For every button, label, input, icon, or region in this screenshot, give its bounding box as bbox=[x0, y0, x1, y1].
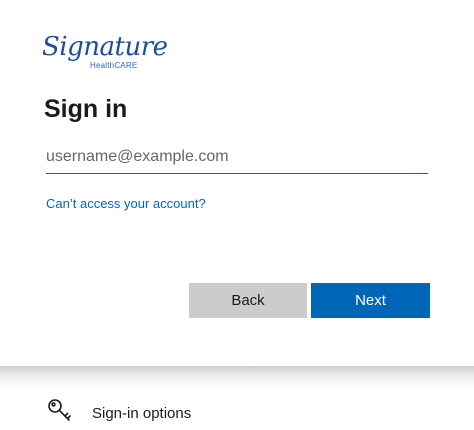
company-logo: Signature HealthCARE bbox=[42, 32, 168, 76]
page-title: Sign in bbox=[44, 95, 128, 123]
sign-in-options-label: Sign-in options bbox=[92, 405, 192, 422]
back-button[interactable]: Back bbox=[189, 283, 307, 318]
logo-subtitle: HealthCARE bbox=[90, 61, 138, 70]
cant-access-account-link[interactable]: Can’t access your account? bbox=[46, 196, 206, 211]
card-shadow-divider bbox=[0, 366, 474, 388]
next-button[interactable]: Next bbox=[311, 283, 430, 318]
key-icon bbox=[46, 397, 74, 425]
username-input[interactable] bbox=[46, 140, 428, 174]
logo-script-text: Signature bbox=[42, 32, 168, 62]
sign-in-card: Signature HealthCARE Sign in Can’t acces… bbox=[0, 0, 474, 366]
sign-in-options-button[interactable]: Sign-in options bbox=[0, 388, 474, 429]
